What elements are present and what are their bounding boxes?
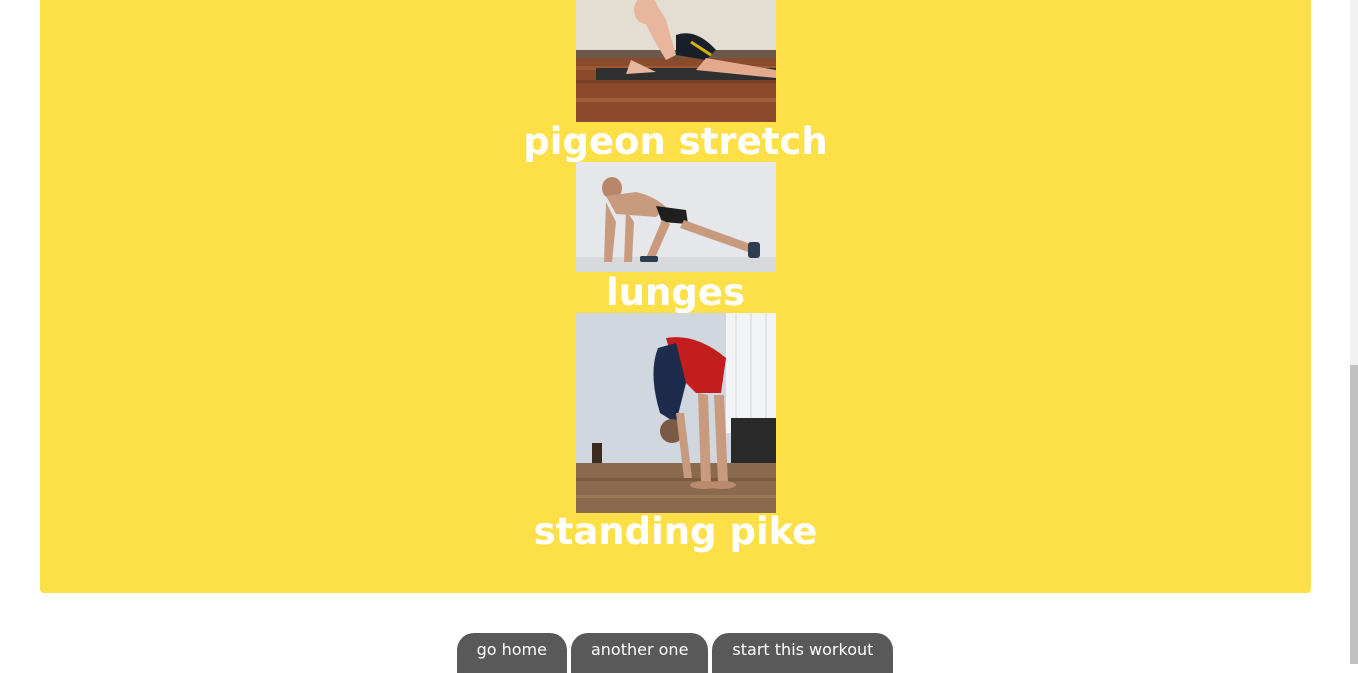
exercise-title-lunges: lunges [606,271,745,314]
workout-card: pigeon stretch lunges standing pike [40,0,1311,593]
lunges-image [576,162,776,272]
exercise-title-pigeon-stretch: pigeon stretch [523,120,828,163]
another-one-button[interactable]: another one [570,633,709,673]
start-workout-label: start this workout [732,640,874,659]
action-button-row: go home another one start this workout [0,633,1350,673]
standing-pike-image [576,313,776,513]
pigeon-stretch-image [576,0,776,122]
start-workout-button[interactable]: start this workout [712,633,894,673]
another-one-label: another one [590,640,689,659]
scrollbar-thumb[interactable] [1350,365,1358,664]
exercise-title-standing-pike: standing pike [533,510,818,553]
go-home-label: go home [476,640,547,659]
go-home-button[interactable]: go home [456,633,567,673]
page-scrollbar[interactable] [1350,0,1358,664]
